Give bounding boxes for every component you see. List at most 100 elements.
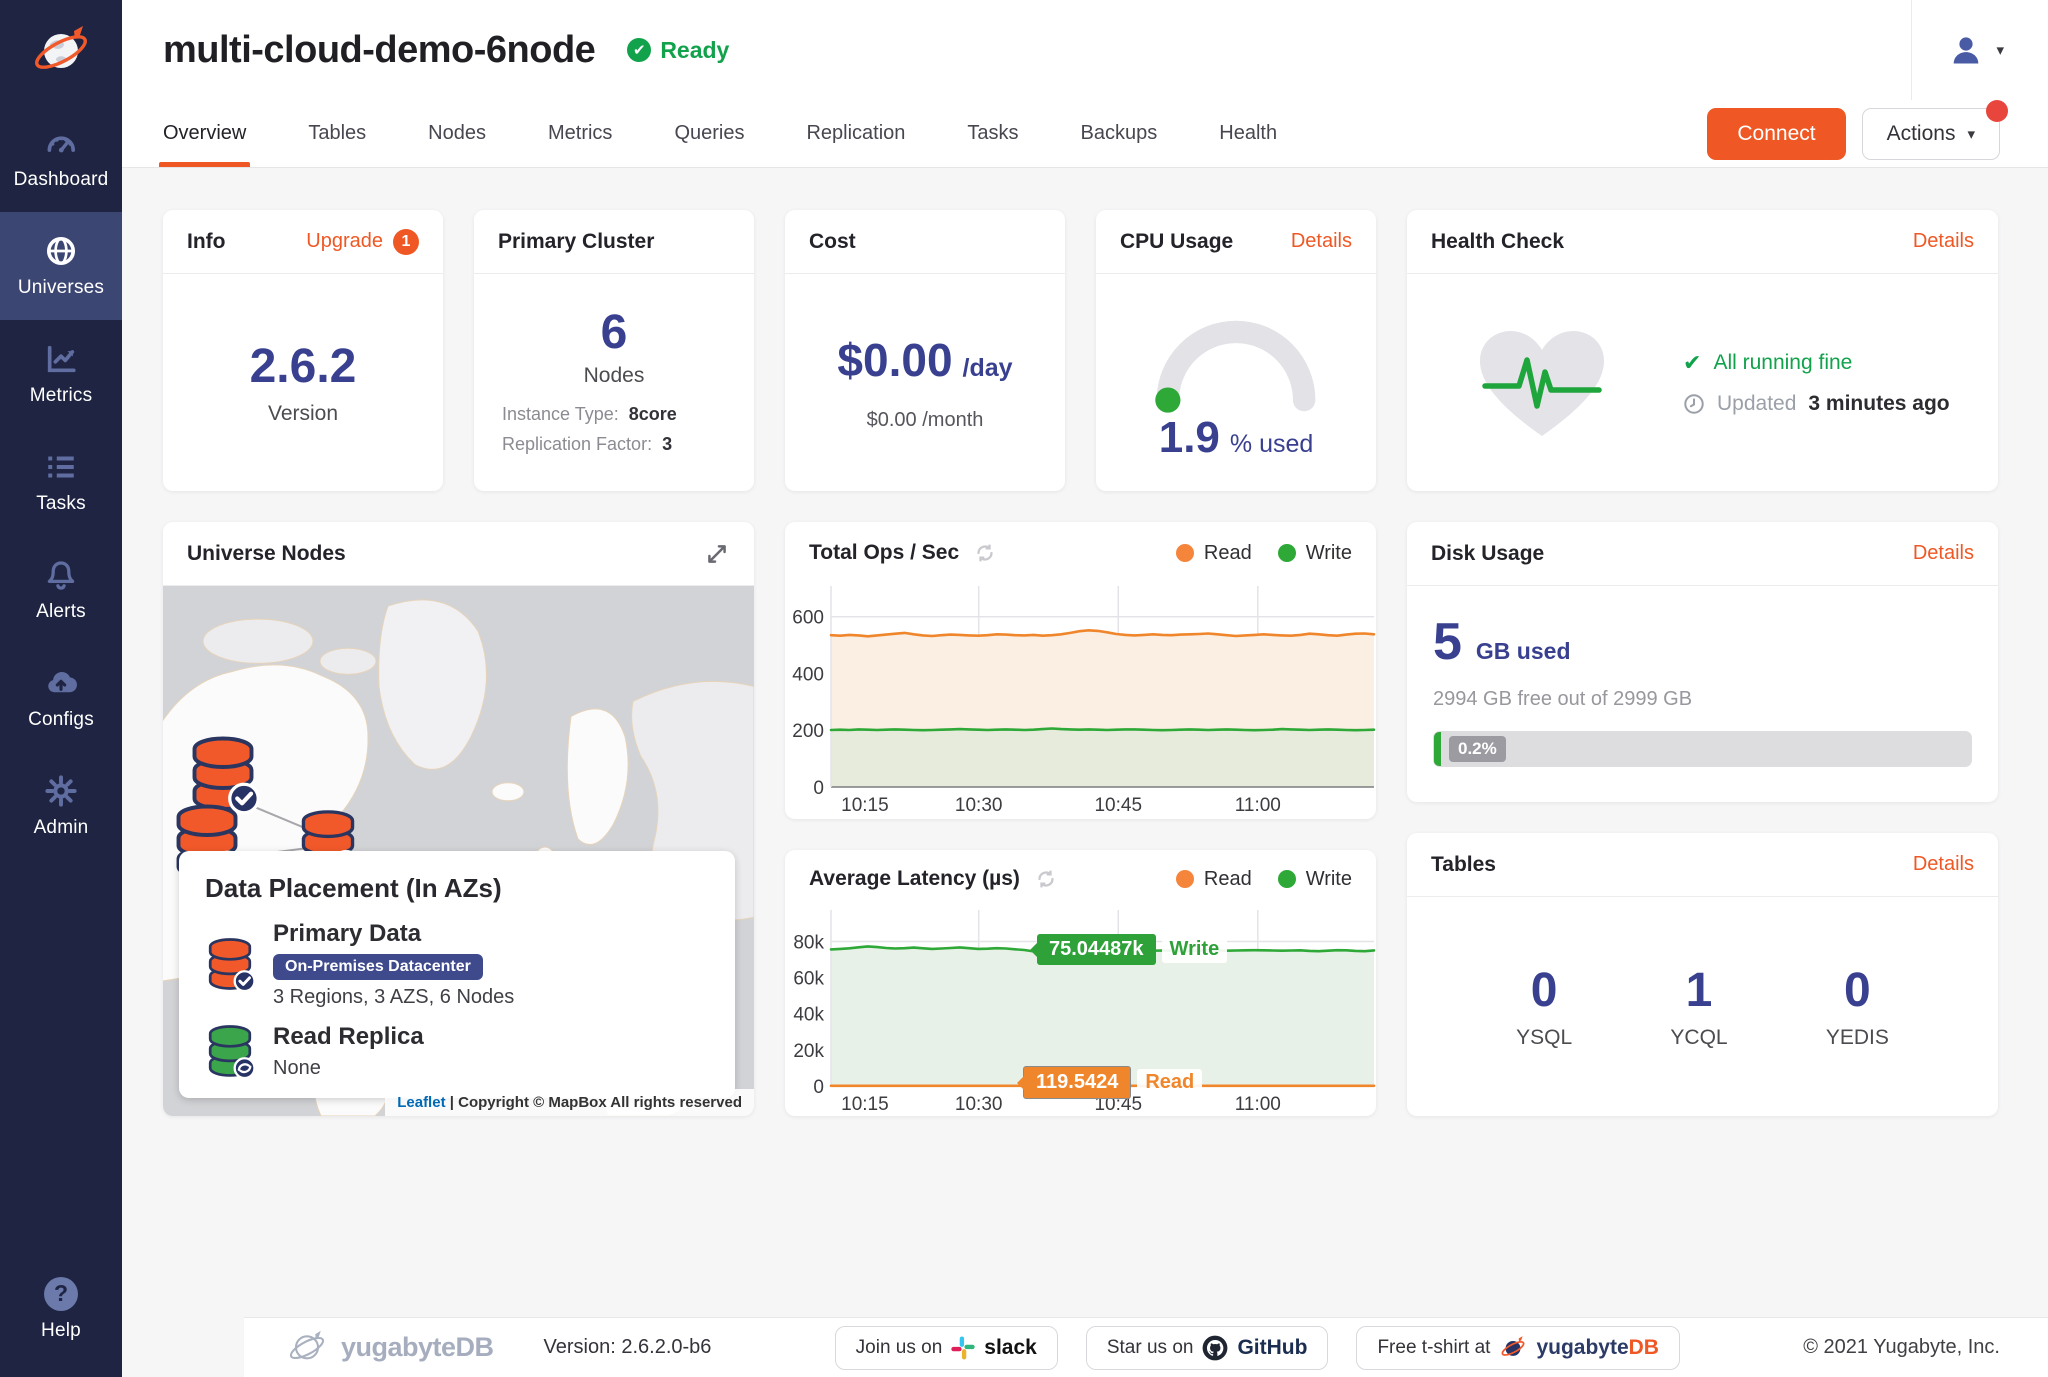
tshirt-button[interactable]: Free t-shirt at yugabyteDB (1356, 1326, 1680, 1370)
replication-factor-row: Replication Factor:3 (502, 434, 726, 455)
sidebar-item-configs[interactable]: Configs (0, 644, 122, 752)
sidebar: Dashboard Universes Metrics (0, 0, 122, 1377)
disk-percent-badge: 0.2% (1449, 736, 1506, 762)
cost-card: Cost $0.00 /day $0.00 /month (785, 210, 1065, 491)
cpu-gauge (1137, 303, 1335, 415)
disk-details-link[interactable]: Details (1913, 542, 1974, 565)
primary-data-label: Primary Data (273, 920, 514, 948)
total-ops-title: Total Ops / Sec (809, 541, 959, 565)
avg-latency-card: Average Latency (µs) Read Write 020k40k6… (785, 850, 1376, 1116)
sidebar-item-label: Dashboard (14, 169, 109, 191)
expand-icon[interactable] (704, 541, 730, 567)
chart-legend: Read Write (1176, 542, 1352, 565)
sidebar-item-dashboard[interactable]: Dashboard (0, 104, 122, 212)
tab-metrics[interactable]: Metrics (548, 100, 612, 167)
user-menu[interactable]: ▾ (1911, 0, 2048, 100)
check-circle-icon: ✔ (627, 38, 651, 62)
tab-tables[interactable]: Tables (308, 100, 366, 167)
cost-per-day: $0.00 (837, 333, 952, 387)
read-latency-tag: 119.5424 Read (1023, 1066, 1202, 1099)
chart-legend: Read Write (1176, 868, 1352, 891)
sidebar-item-label: Metrics (30, 385, 93, 407)
read-legend-label: Read (1204, 542, 1252, 565)
upgrade-label: Upgrade (306, 230, 383, 253)
clock-icon (1683, 393, 1705, 415)
check-icon: ✔ (1683, 350, 1701, 376)
health-status-row: ✔ All running fine (1683, 350, 1950, 376)
svg-text:600: 600 (792, 608, 824, 629)
tables-details-link[interactable]: Details (1913, 853, 1974, 876)
nodes-label: Nodes (584, 364, 645, 388)
sidebar-item-alerts[interactable]: Alerts (0, 536, 122, 644)
map-attribution: Leaflet | Copyright © MapBox All rights … (385, 1089, 754, 1116)
primary-data-summary: 3 Regions, 3 AZS, 6 Nodes (273, 986, 514, 1009)
tab-replication[interactable]: Replication (806, 100, 905, 167)
chevron-down-icon: ▾ (1967, 125, 1975, 143)
primary-cluster-card: Primary Cluster 6 Nodes Instance Type:8c… (474, 210, 754, 491)
tab-health[interactable]: Health (1219, 100, 1277, 167)
datacenter-badge: On-Premises Datacenter (273, 954, 483, 980)
github-name: GitHub (1237, 1336, 1307, 1360)
help-icon: ? (44, 1277, 78, 1311)
refresh-icon[interactable] (973, 541, 997, 565)
ysql-stat: 0 YSQL (1516, 963, 1572, 1050)
slack-button[interactable]: Join us on slack (835, 1326, 1058, 1370)
upgrade-count-badge: 1 (393, 229, 419, 255)
tab-nodes[interactable]: Nodes (428, 100, 486, 167)
dashboard-icon (44, 126, 78, 160)
connect-button[interactable]: Connect (1707, 108, 1845, 160)
info-card: Info Upgrade 1 2.6.2 Version (163, 210, 443, 491)
tab-tasks[interactable]: Tasks (967, 100, 1018, 167)
svg-text:200: 200 (792, 721, 824, 742)
primary-database-icon (205, 920, 255, 1009)
svg-text:10:30: 10:30 (955, 1094, 1003, 1115)
footer-copyright: © 2021 Yugabyte, Inc. (1803, 1336, 2000, 1359)
disk-used-value: 5 (1433, 612, 1462, 672)
svg-text:0: 0 (813, 778, 824, 799)
total-ops-card: Total Ops / Sec Read Write 020040060010:… (785, 522, 1376, 819)
yugabyte-logo[interactable] (0, 0, 122, 104)
status-label: Ready (660, 37, 729, 64)
health-status-text: All running fine (1713, 351, 1852, 375)
leaflet-link[interactable]: Leaflet (397, 1094, 445, 1111)
cpu-details-link[interactable]: Details (1291, 230, 1352, 253)
cpu-usage-card: CPU Usage Details 1.9 % used (1096, 210, 1376, 491)
sidebar-item-tasks[interactable]: Tasks (0, 428, 122, 536)
info-card-title: Info (187, 230, 225, 254)
github-button[interactable]: Star us on GitHub (1086, 1326, 1329, 1370)
footer: yugabyteDB Version: 2.6.2.0-b6 Join us o… (244, 1317, 2048, 1377)
primary-cluster-title: Primary Cluster (498, 230, 654, 254)
sidebar-item-universes[interactable]: Universes (0, 212, 122, 320)
header: multi-cloud-demo-6node ✔ Ready ▾ Overvie… (122, 0, 2048, 168)
svg-text:11:00: 11:00 (1235, 795, 1281, 816)
heartbeat-icon (1467, 324, 1617, 442)
health-details-link[interactable]: Details (1913, 230, 1974, 253)
sidebar-item-label: Tasks (36, 493, 86, 515)
cpu-value: 1.9 (1159, 413, 1220, 463)
health-check-card: Health Check Details ✔ All running fine (1407, 210, 1998, 491)
sidebar-item-help[interactable]: ? Help (0, 1255, 122, 1363)
cpu-usage-title: CPU Usage (1120, 230, 1233, 254)
sidebar-item-label: Universes (18, 277, 104, 299)
notification-dot (1986, 100, 2008, 122)
footer-brand-name: yugabyteDB (341, 1332, 494, 1363)
map-canvas[interactable]: Data Placement (In AZs) (163, 586, 754, 1116)
yugabyte-platform-app: Dashboard Universes Metrics (0, 0, 2048, 1377)
svg-text:0: 0 (813, 1077, 824, 1098)
actions-button[interactable]: Actions ▾ (1862, 108, 2000, 160)
tab-overview[interactable]: Overview (163, 100, 246, 167)
configs-cloud-icon (44, 666, 78, 700)
sidebar-item-admin[interactable]: Admin (0, 752, 122, 860)
tab-backups[interactable]: Backups (1081, 100, 1158, 167)
user-avatar-icon (1948, 32, 1984, 68)
refresh-icon[interactable] (1034, 867, 1058, 891)
tables-title: Tables (1431, 853, 1496, 877)
read-replica-value: None (273, 1057, 424, 1080)
read-replica-item: Read Replica None (205, 1023, 709, 1080)
sidebar-item-metrics[interactable]: Metrics (0, 320, 122, 428)
replica-database-icon (205, 1023, 255, 1080)
svg-text:10:15: 10:15 (841, 1094, 889, 1115)
upgrade-link[interactable]: Upgrade 1 (306, 229, 419, 255)
tab-queries[interactable]: Queries (674, 100, 744, 167)
cost-per-month: $0.00 /month (867, 409, 984, 432)
